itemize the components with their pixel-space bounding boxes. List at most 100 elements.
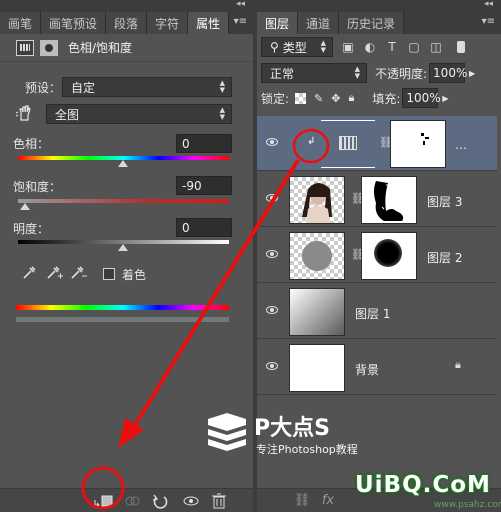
tab-layers[interactable]: 图层: [257, 12, 299, 34]
panel-top-strip: ◂◂: [0, 0, 253, 12]
mask-thumbnail[interactable]: [361, 176, 417, 224]
layer-row-layer-1[interactable]: 图层 1: [257, 284, 497, 339]
saturation-slider-thumb[interactable]: [20, 203, 30, 210]
opacity-label: 不透明度:: [375, 66, 428, 81]
shape-filter-icon[interactable]: ▢: [407, 40, 421, 54]
layer-thumbnail[interactable]: [289, 344, 345, 392]
clip-indicator-icon: ↲: [307, 136, 316, 147]
panel-menu-icon[interactable]: ▾≡: [482, 16, 495, 27]
channel-dropdown[interactable]: 全图 ▲ ▼: [46, 104, 232, 124]
smart-object-filter-icon[interactable]: ◫: [429, 40, 443, 54]
tab-properties[interactable]: 属性: [188, 12, 230, 34]
hue-slider-thumb[interactable]: [118, 160, 128, 167]
opacity-arrow-icon[interactable]: ▶: [469, 69, 475, 78]
dropdown-arrows-icon: ▲ ▼: [219, 79, 225, 94]
tab-channels[interactable]: 通道: [298, 12, 340, 34]
chain-icon[interactable]: ⛓︎: [351, 192, 365, 206]
reset-icon[interactable]: [150, 492, 172, 510]
more-icon: …: [455, 138, 467, 152]
lock-icon: 🔒︎: [455, 358, 461, 371]
colorize-checkbox[interactable]: [103, 268, 115, 280]
lock-pixels-icon[interactable]: ✎: [314, 92, 323, 105]
tab-paragraph[interactable]: 段落: [106, 12, 148, 34]
lock-position-icon[interactable]: ✥: [331, 92, 340, 105]
layer-name[interactable]: 图层 1: [355, 305, 390, 322]
tab-brush[interactable]: 画笔: [0, 12, 42, 34]
adjustment-thumbnail[interactable]: [319, 120, 375, 168]
filter-toggle[interactable]: [457, 41, 465, 53]
eye-icon[interactable]: [266, 250, 278, 258]
spectrum-bar-input: [16, 305, 229, 310]
fill-label: 填充:: [372, 91, 401, 106]
watermark-subtitle: 专注Photoshop教程: [256, 443, 358, 456]
collapse-arrows-icon[interactable]: ◂◂: [484, 0, 493, 9]
eyedropper-icon[interactable]: [22, 264, 38, 280]
hue-label: 色相：: [13, 137, 50, 151]
watermark-title: P大点S: [254, 416, 330, 441]
layer-row-layer-3[interactable]: ⛓︎ 图层 3: [257, 172, 497, 227]
fill-input[interactable]: 100%: [402, 88, 441, 108]
hue-input[interactable]: 0: [176, 134, 232, 153]
eye-icon[interactable]: [266, 362, 278, 370]
preset-label: 预设：: [25, 81, 62, 95]
lightness-slider-thumb[interactable]: [118, 244, 128, 251]
clip-to-layer-icon[interactable]: [92, 492, 114, 510]
eye-icon[interactable]: [266, 306, 278, 314]
tab-history[interactable]: 历史记录: [339, 12, 405, 34]
image-filter-icon[interactable]: ▣: [341, 40, 355, 54]
view-previous-icon[interactable]: [122, 492, 144, 510]
saturation-input[interactable]: -90: [176, 176, 232, 195]
lock-label: 锁定:: [261, 91, 290, 106]
colorize-label: 着色: [122, 268, 147, 282]
opacity-input[interactable]: 100%: [429, 63, 467, 83]
layer-row-layer-2[interactable]: ⛓︎ 图层 2: [257, 228, 497, 283]
fx-icon[interactable]: fx: [317, 492, 339, 510]
filter-kind-dropdown[interactable]: ⚲ 类型 ▲ ▼: [261, 37, 333, 57]
hand-adjust-icon[interactable]: [15, 104, 34, 122]
properties-bottom-bar: [0, 488, 253, 512]
preset-dropdown[interactable]: 自定 ▲ ▼: [62, 77, 232, 97]
layer-thumbnail[interactable]: [289, 232, 345, 280]
lock-all-icon[interactable]: 🔒︎: [348, 91, 354, 105]
saturation-slider-track[interactable]: [18, 199, 229, 203]
mask-thumbnail[interactable]: [390, 120, 446, 168]
type-filter-icon[interactable]: T: [385, 40, 399, 54]
layer-row-background[interactable]: 背景 🔒︎: [257, 340, 497, 395]
layer-name[interactable]: 图层 3: [427, 193, 462, 210]
fill-arrow-icon[interactable]: ▶: [442, 94, 448, 103]
layer-thumbnail[interactable]: [289, 288, 345, 336]
adjustment-filter-icon[interactable]: ◐: [363, 40, 377, 54]
preset-value: 自定: [71, 80, 96, 95]
link-icon[interactable]: ⛓︎: [291, 492, 313, 510]
tab-brush-presets[interactable]: 画笔预设: [41, 12, 107, 34]
watermark-logo-icon: [206, 413, 248, 453]
site-watermark: UiBQ.CoM: [355, 472, 491, 498]
adjustment-layer-icon[interactable]: [16, 39, 34, 56]
properties-tabbar: 画笔 画笔预设 段落 字符 属性 ▾≡: [0, 12, 253, 34]
layer-thumbnail[interactable]: [289, 176, 345, 224]
eye-icon[interactable]: [266, 138, 278, 146]
eyedropper-minus-icon[interactable]: [70, 264, 88, 280]
layer-row-hue-saturation[interactable]: ↲ ⛓︎ …: [257, 116, 497, 171]
eyedropper-plus-icon[interactable]: [46, 264, 64, 280]
eye-icon[interactable]: [266, 194, 278, 202]
filter-kind-value: 类型: [282, 40, 307, 55]
layer-name[interactable]: 背景: [355, 361, 379, 378]
visibility-icon[interactable]: [180, 492, 202, 510]
spectrum-bar-output: [16, 317, 229, 322]
tab-character[interactable]: 字符: [147, 12, 189, 34]
chain-icon[interactable]: ⛓︎: [351, 248, 365, 262]
mask-thumbnail[interactable]: [361, 232, 417, 280]
lock-transparent-icon[interactable]: [295, 92, 307, 104]
layer-filter-row: ⚲ 类型 ▲ ▼ ▣ ◐ T ▢ ◫: [257, 34, 501, 60]
chain-icon[interactable]: ⛓︎: [379, 136, 393, 150]
panel-menu-icon[interactable]: ▾≡: [234, 16, 247, 27]
blend-mode-dropdown[interactable]: 正常 ▲ ▼: [261, 63, 367, 83]
mask-icon[interactable]: [40, 39, 58, 56]
layer-name[interactable]: 图层 2: [427, 249, 462, 266]
collapse-arrows-icon[interactable]: ◂◂: [236, 0, 245, 9]
lightness-input[interactable]: 0: [176, 218, 232, 237]
lock-row: 锁定: ✎ ✥ 🔒︎ 填充: 100% ▶: [257, 86, 501, 110]
properties-title: 色相/饱和度: [68, 41, 133, 55]
trash-icon[interactable]: [208, 492, 230, 510]
